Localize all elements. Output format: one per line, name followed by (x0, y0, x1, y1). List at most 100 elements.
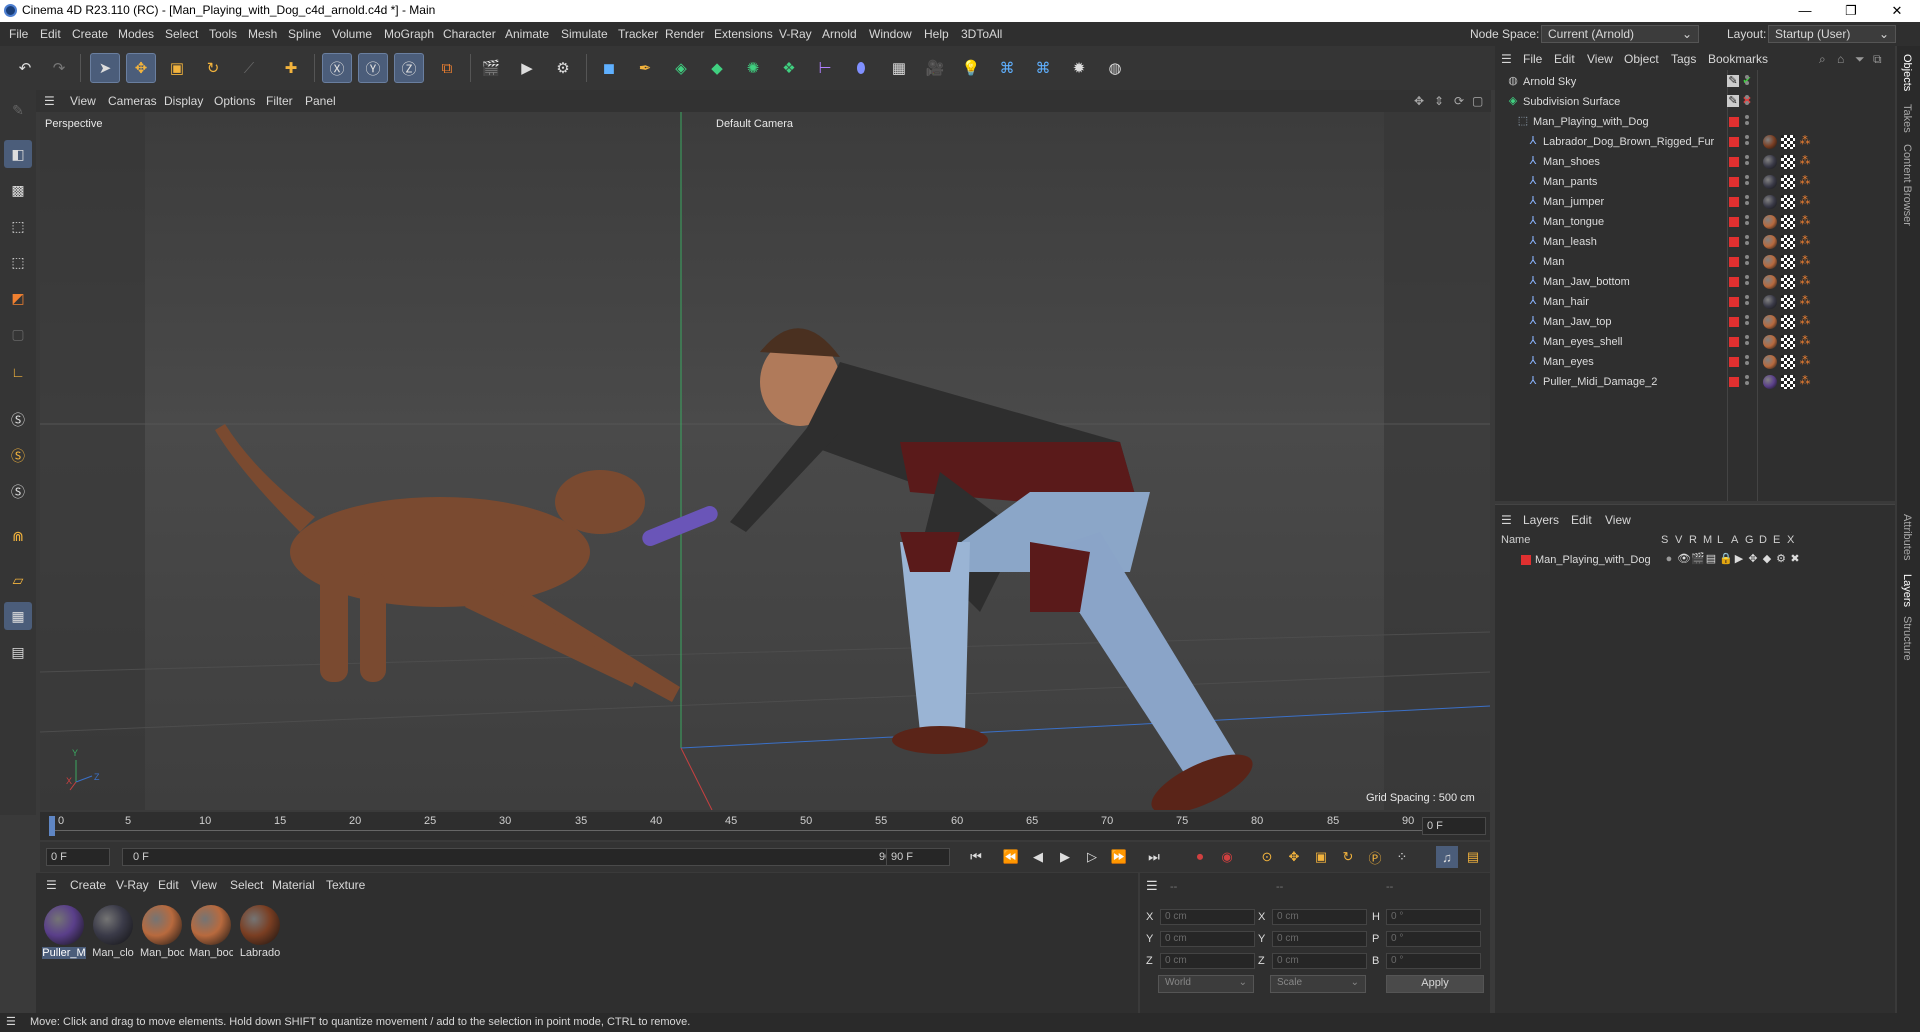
points-mode-icon[interactable]: ⬚ (4, 212, 32, 240)
material-tag-icon[interactable] (1763, 295, 1777, 309)
texture-tag-icon[interactable] (1781, 215, 1795, 229)
object-row[interactable]: ⅄ Man_leash ⁂ (1495, 232, 1895, 252)
next-key-icon[interactable]: ⏩ (1108, 846, 1130, 868)
object-name[interactable]: Man_pants (1543, 176, 1597, 188)
mat-menu-create[interactable]: Create (70, 878, 106, 892)
coord-value-field[interactable]: 0 ° (1386, 931, 1481, 947)
layer-color-swatch[interactable] (1729, 157, 1739, 167)
go-to-start-icon[interactable]: ⏮ (965, 846, 987, 868)
visibility-dots[interactable] (1745, 375, 1749, 389)
material-tag-icon[interactable] (1763, 215, 1777, 229)
texture-mode-icon[interactable]: ▩ (4, 176, 32, 204)
menu-simulate[interactable]: Simulate (561, 27, 608, 41)
layer-color-swatch[interactable] (1729, 377, 1739, 387)
material-tag-icon[interactable] (1763, 375, 1777, 389)
render-icon[interactable]: 🎬 (1691, 553, 1705, 565)
object-row[interactable]: ⅄ Man_jumper ⁂ (1495, 192, 1895, 212)
visibility-dots[interactable] (1745, 255, 1749, 269)
layer-color-swatch[interactable] (1729, 217, 1739, 227)
tab-content-browser[interactable]: Content Browser (1901, 144, 1913, 226)
menu-animate[interactable]: Animate (505, 27, 549, 41)
maximize-view-icon[interactable]: ▢ (1472, 94, 1483, 108)
uv-mode-icon[interactable]: ▢ (4, 320, 32, 348)
new-window-icon[interactable]: ⧉ (1873, 52, 1882, 67)
recent-tool-icon[interactable]: ⟋ (234, 53, 264, 83)
move-icon[interactable]: ✥ (126, 53, 156, 83)
material-tag-icon[interactable] (1763, 335, 1777, 349)
range-slider[interactable]: 0 F 90 F (122, 848, 912, 866)
texture-tag-icon[interactable] (1781, 155, 1795, 169)
snap-icon[interactable]: Ⓢ (4, 406, 32, 434)
camera-label[interactable]: Default Camera (716, 118, 793, 130)
rotate-view-icon[interactable]: ⟳ (1454, 94, 1464, 108)
coord-value-field[interactable]: 0 cm (1272, 953, 1367, 969)
coord-value-field[interactable]: 0 cm (1160, 953, 1255, 969)
menu-3dtoall[interactable]: 3DToAll (961, 27, 1002, 41)
visibility-dots[interactable] (1745, 235, 1749, 249)
lock-icon[interactable]: 🔒 (1719, 553, 1733, 565)
voronoi-icon[interactable]: ❖ (774, 53, 804, 83)
object-name[interactable]: Man_tongue (1543, 216, 1604, 228)
zoom-view-icon[interactable]: ⇕ (1434, 94, 1444, 108)
rig-tag-icon[interactable]: ⁂ (1799, 335, 1811, 347)
hamburger-icon[interactable]: ☰ (1146, 878, 1158, 894)
playhead[interactable] (49, 816, 55, 836)
solo-icon[interactable]: ● (1663, 553, 1675, 565)
om-menu-view[interactable]: View (1587, 52, 1613, 66)
light-icon[interactable]: 💡 (956, 53, 986, 83)
tab-objects[interactable]: Objects (1901, 54, 1913, 91)
python-icon[interactable]: ⌘ (992, 53, 1022, 83)
material-tag-icon[interactable] (1763, 315, 1777, 329)
next-frame-icon[interactable]: ▷ (1081, 846, 1103, 868)
vp-menu-panel[interactable]: Panel (305, 94, 336, 108)
visibility-dots[interactable] (1745, 195, 1749, 209)
texture-tag-icon[interactable] (1781, 355, 1795, 369)
object-name[interactable]: Subdivision Surface (1523, 96, 1620, 108)
rig-tag-icon[interactable]: ⁂ (1799, 315, 1811, 327)
coordinate-system-icon[interactable]: ⧉ (432, 53, 462, 83)
material-tag-icon[interactable] (1763, 275, 1777, 289)
material-tag-icon[interactable] (1763, 235, 1777, 249)
layer-name[interactable]: Man_Playing_with_Dog (1535, 554, 1651, 566)
current-frame-field[interactable]: 0 F (1422, 817, 1486, 835)
coord-value-field[interactable]: 0 cm (1160, 909, 1255, 925)
scale-key-icon[interactable]: ▣ (1310, 846, 1332, 868)
workplane-icon[interactable]: ▱ (4, 566, 32, 594)
vp-menu-view[interactable]: View (70, 94, 96, 108)
menu-mesh[interactable]: Mesh (248, 27, 277, 41)
select-cursor-icon[interactable]: ➤ (90, 53, 120, 83)
menu-edit[interactable]: Edit (40, 27, 61, 41)
x-axis-lock-icon[interactable]: Ⓧ (322, 53, 352, 83)
redo-icon[interactable]: ↷ (44, 53, 74, 83)
rig-tag-icon[interactable]: ⁂ (1799, 195, 1811, 207)
material-tag-icon[interactable] (1763, 175, 1777, 189)
rig-tag-icon[interactable]: ⁂ (1799, 215, 1811, 227)
mat-menu-view[interactable]: View (191, 878, 217, 892)
texture-tag-icon[interactable] (1781, 255, 1795, 269)
hamburger-icon[interactable]: ☰ (1501, 52, 1512, 66)
timeline-icon[interactable]: ♫ (1436, 846, 1458, 868)
pen-spline-icon[interactable]: ✒ (630, 53, 660, 83)
field-icon[interactable]: ⬮ (846, 53, 876, 83)
go-to-end-icon[interactable]: ⏭ (1143, 846, 1165, 868)
parameter-key-icon[interactable]: Ⓟ (1364, 846, 1386, 868)
home-icon[interactable]: ⌂ (1837, 52, 1844, 66)
visibility-dots[interactable] (1745, 275, 1749, 289)
render-picture-viewer-icon[interactable]: ▶ (512, 53, 542, 83)
material-swatch[interactable]: Labrado (238, 903, 282, 963)
layer-color-swatch[interactable] (1521, 555, 1531, 565)
menu-render[interactable]: Render (665, 27, 704, 41)
layer-menu-edit[interactable]: Edit (1571, 513, 1592, 527)
close-button[interactable]: ✕ (1874, 0, 1920, 22)
tab-structure[interactable]: Structure (1901, 616, 1913, 661)
rig-tag-icon[interactable]: ⁂ (1799, 135, 1811, 147)
previous-frame-icon[interactable]: ◀ (1027, 846, 1049, 868)
object-row[interactable]: ⬚ Man_Playing_with_Dog (1495, 112, 1895, 132)
object-name[interactable]: Man_Jaw_bottom (1543, 276, 1630, 288)
cube-icon[interactable]: ◼ (594, 53, 624, 83)
model-mode-icon[interactable]: ◧ (4, 140, 32, 168)
object-name[interactable]: Puller_Midi_Damage_2 (1543, 376, 1657, 388)
layer-color-swatch[interactable] (1729, 297, 1739, 307)
generators-icon[interactable]: ✥ (1747, 553, 1759, 565)
tab-attributes[interactable]: Attributes (1901, 514, 1913, 560)
